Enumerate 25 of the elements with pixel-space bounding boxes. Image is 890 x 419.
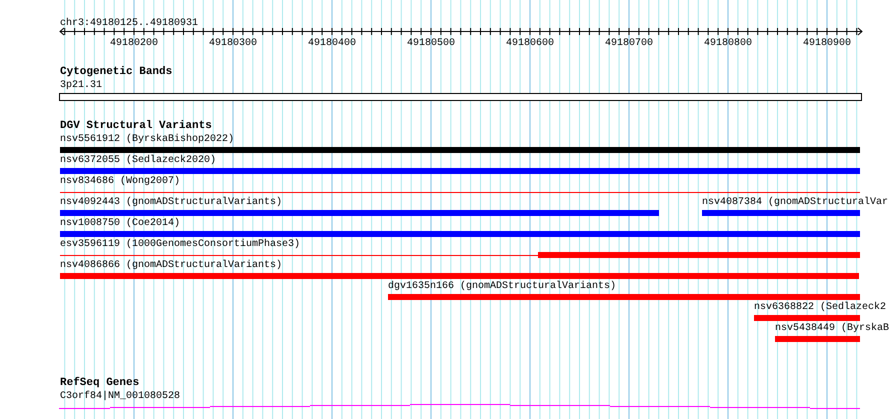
ruler-tick-label: 49180400: [308, 38, 356, 49]
feature-label: nsv1008750 (Coe2014): [60, 218, 180, 229]
ruler-tick-label: 49180600: [506, 38, 554, 49]
feature-label: nsv6372055 (Sedlazeck2020): [60, 155, 216, 166]
feature-label: dgv1635n166 (gnomADStructuralVariants): [388, 281, 616, 292]
track-title: Cytogenetic Bands: [60, 66, 172, 78]
feature-label: 3p21.31: [60, 80, 102, 91]
ruler-tick-label: 49180200: [110, 38, 158, 49]
feature-label: nsv6368822 (Sedlazeck2: [754, 302, 886, 313]
ruler-tick-label: 49180900: [803, 38, 851, 49]
feature-label: nsv5561912 (ByrskaBishop2022): [60, 134, 234, 145]
feature-label: nsv4087384 (gnomADStructuralVar: [702, 197, 888, 208]
ruler-tick-label: 49180300: [209, 38, 257, 49]
feature-label: C3orf84|NM_001080528: [60, 391, 180, 402]
locus-label: chr3:49180125..49180931: [60, 18, 198, 29]
track-title: RefSeq Genes: [60, 377, 140, 389]
ruler-tick-label: 49180800: [704, 38, 752, 49]
feature-label: nsv4086866 (gnomADStructuralVariants): [60, 260, 282, 271]
feature-label: nsv4092443 (gnomADStructuralVariants): [60, 197, 282, 208]
feature-label: nsv834686 (Wong2007): [60, 176, 180, 187]
feature-label: esv3596119 (1000GenomesConsortiumPhase3): [60, 239, 300, 250]
ruler-tick-label: 49180500: [407, 38, 455, 49]
feature-label: nsv5438449 (ByrskaB: [775, 323, 890, 334]
ruler-tick-label: 49180700: [605, 38, 653, 49]
track-title: DGV Structural Variants: [60, 120, 212, 132]
